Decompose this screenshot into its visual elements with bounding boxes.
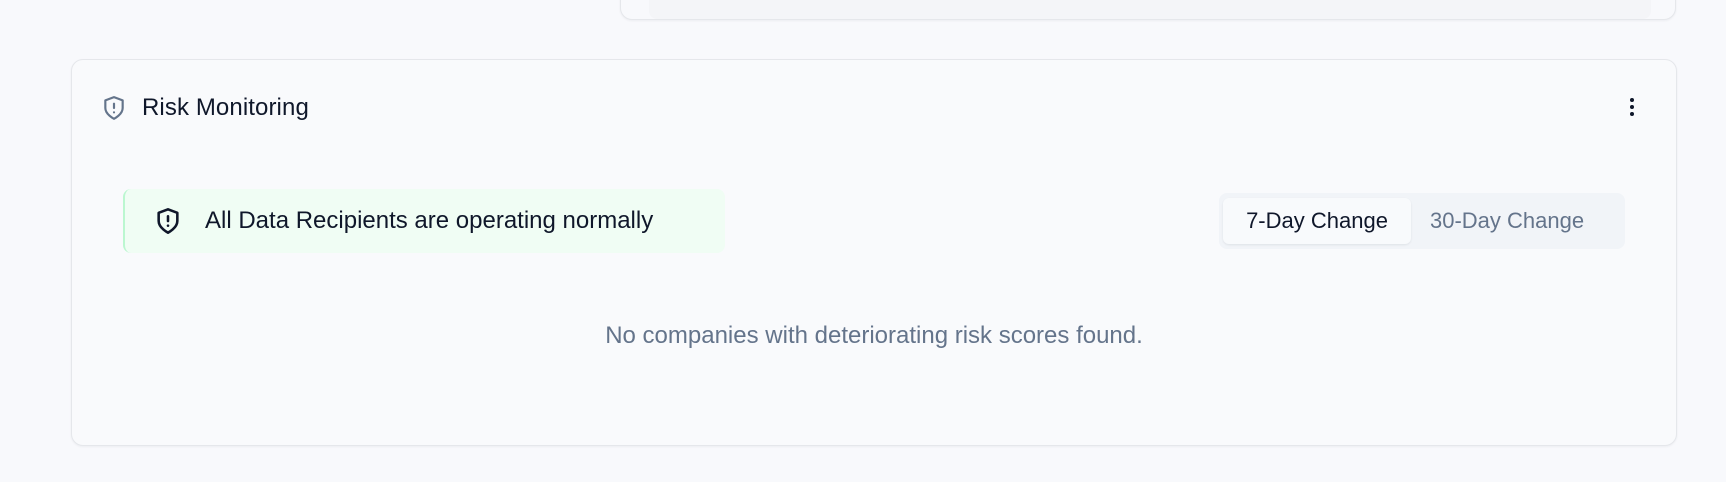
status-text: All Data Recipients are operating normal… — [205, 207, 654, 234]
shield-alert-icon — [100, 94, 128, 122]
card-title: Risk Monitoring — [142, 94, 309, 121]
card-header: Risk Monitoring — [100, 90, 1648, 126]
more-options-button[interactable] — [1616, 92, 1648, 124]
previous-card-inner — [649, 0, 1651, 19]
status-banner: All Data Recipients are operating normal… — [123, 189, 725, 253]
tab-7-day-change[interactable]: 7-Day Change — [1223, 198, 1411, 244]
page: Risk Monitoring All Data Recipients are … — [0, 0, 1726, 482]
empty-state-message: No companies with deteriorating risk sco… — [605, 322, 1143, 349]
more-vertical-icon — [1620, 95, 1644, 122]
status-shield-alert-icon — [153, 206, 183, 236]
risk-monitoring-card: Risk Monitoring All Data Recipients are … — [71, 59, 1677, 446]
tab-30-day-change[interactable]: 30-Day Change — [1411, 198, 1603, 244]
period-toggle: 7-Day Change 30-Day Change — [1219, 193, 1625, 249]
previous-card — [620, 0, 1676, 20]
